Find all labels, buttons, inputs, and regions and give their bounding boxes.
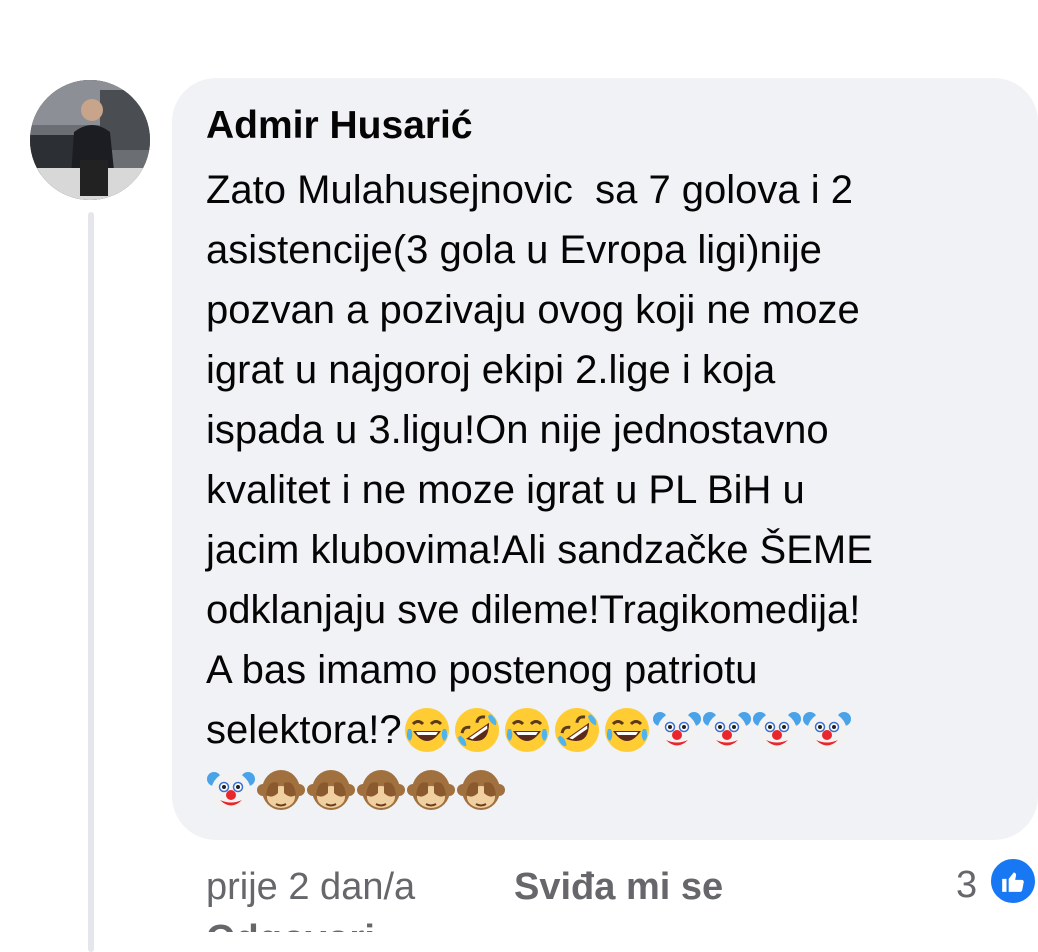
emoji-row (206, 768, 506, 812)
like-count[interactable]: 3 (956, 864, 977, 907)
comment-line: A bas imamo postenog patriotu (206, 648, 758, 692)
emoji-row (402, 708, 852, 752)
comment-timestamp[interactable]: prije 2 dan/a (206, 866, 415, 909)
comment-line: kvalitet i ne moze igrat u PL BiH u (206, 468, 805, 512)
comment-line: Zato Mulahusejnovic sa 7 golova i 2 (206, 168, 854, 212)
see-no-evil-emoji-icon (306, 765, 356, 815)
see-no-evil-emoji-icon (406, 765, 456, 815)
like-button[interactable]: Sviđa mi se (514, 866, 723, 909)
see-no-evil-emoji-icon (456, 765, 506, 815)
see-no-evil-emoji-icon (256, 765, 306, 815)
comment-line: odklanjaju sve dileme!Tragikomedija! (206, 588, 861, 632)
comment-line: pozvan a pozivaju ovog koji ne moze (206, 288, 860, 332)
laughing-emoji-icon (502, 705, 552, 755)
thread-line (88, 212, 94, 952)
comment-line: jacim klubovima!Ali sandzačke ŠEME (206, 528, 873, 572)
comment-line: selektora!? (206, 708, 402, 752)
reply-button[interactable]: Odgovori (206, 914, 375, 932)
laughing-emoji-icon (602, 705, 652, 755)
rofl-emoji-icon (452, 705, 502, 755)
clown-emoji-icon (802, 705, 852, 755)
clown-emoji-icon (206, 765, 256, 815)
see-no-evil-emoji-icon (356, 765, 406, 815)
thumbs-up-icon (988, 856, 1038, 906)
clown-emoji-icon (702, 705, 752, 755)
avatar[interactable] (30, 80, 150, 200)
comment-line: ispada u 3.ligu!On nije jednostavno (206, 408, 829, 452)
clown-emoji-icon (752, 705, 802, 755)
clown-emoji-icon (652, 705, 702, 755)
comment-author[interactable]: Admir Husarić (206, 104, 473, 148)
comment-text: Zato Mulahusejnovic sa 7 golova i 2 asis… (206, 160, 1026, 820)
laughing-emoji-icon (402, 705, 452, 755)
comment-line: igrat u najgoroj ekipi 2.lige i koja (206, 348, 776, 392)
comment-line: asistencije(3 gola u Evropa ligi)nije (206, 228, 822, 272)
rofl-emoji-icon (552, 705, 602, 755)
